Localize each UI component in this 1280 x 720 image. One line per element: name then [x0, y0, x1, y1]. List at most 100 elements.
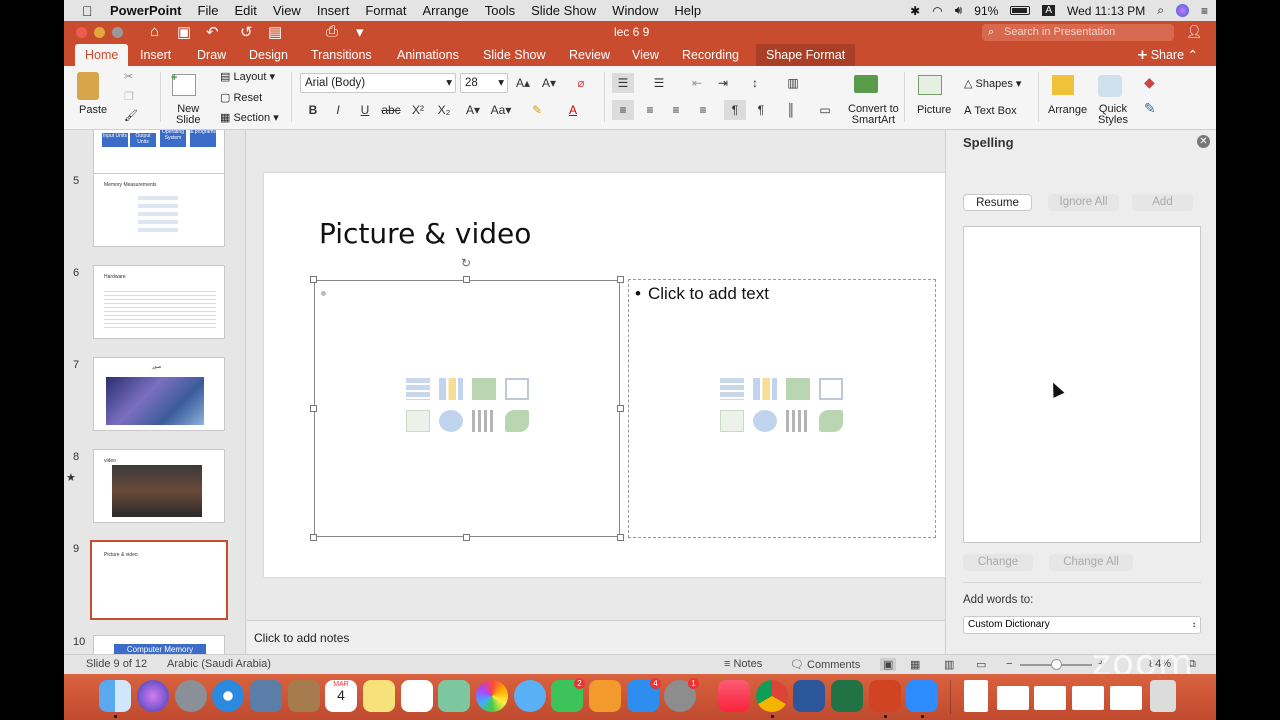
messages-icon[interactable]	[514, 680, 546, 712]
insert-smartart-icon[interactable]	[786, 378, 810, 400]
insert-chart-icon[interactable]	[753, 378, 777, 400]
account-icon[interactable]: 👤︎	[1186, 24, 1203, 40]
insert-icons-icon[interactable]	[505, 410, 529, 432]
increase-indent-icon[interactable]: ⇥	[712, 73, 734, 93]
siri-dock-icon[interactable]	[137, 680, 169, 712]
resize-handle[interactable]	[617, 405, 624, 412]
contacts-icon[interactable]	[288, 680, 320, 712]
safari-icon[interactable]	[212, 680, 244, 712]
underline-button[interactable]: U	[354, 100, 376, 120]
text-box-options-icon[interactable]: ▭	[814, 100, 836, 120]
change-button[interactable]: Change	[963, 554, 1033, 571]
zoom-window-button[interactable]	[112, 27, 123, 38]
document-icon[interactable]	[964, 680, 988, 712]
thumbnail-slide-10[interactable]: Computer Memory	[93, 635, 225, 654]
menu-slide-show[interactable]: Slide Show	[531, 3, 596, 18]
reading-view-icon[interactable]: ▥	[944, 658, 954, 671]
arrange-icon[interactable]	[1052, 75, 1074, 95]
normal-view-icon[interactable]: ▣	[880, 658, 897, 671]
clock[interactable]: Wed 11:13 PM	[1067, 4, 1145, 18]
bold-button[interactable]: B	[302, 100, 324, 120]
notification-center-icon[interactable]: ≡	[1201, 4, 1208, 18]
superscript-button[interactable]: X²	[407, 100, 429, 120]
reminders-icon[interactable]	[401, 680, 433, 712]
tab-animations[interactable]: Animations	[387, 44, 469, 66]
share-button[interactable]: ➕︎ Share ⌃	[1138, 47, 1198, 63]
thumbnail-slide-7[interactable]: صور	[93, 357, 225, 431]
volume-icon[interactable]: 🔊︎	[955, 3, 963, 18]
comments-toggle[interactable]: 🗨︎ Comments	[790, 658, 860, 671]
insert-smartart-icon[interactable]	[472, 378, 496, 400]
calendar-icon[interactable]: MAR 4	[325, 680, 357, 712]
insert-table-icon[interactable]	[406, 378, 430, 400]
reset-button[interactable]: ▢ Reset	[220, 91, 262, 104]
align-text-icon[interactable]: ║	[780, 100, 802, 120]
smartart-icon[interactable]	[854, 75, 878, 93]
excel-icon[interactable]	[831, 680, 863, 712]
chrome-icon[interactable]	[756, 680, 788, 712]
save-icon[interactable]: ▣	[177, 23, 191, 41]
slide-sorter-icon[interactable]: ▦	[910, 658, 920, 671]
layout-button[interactable]: ▤ Layout ▾	[220, 70, 275, 83]
menu-help[interactable]: Help	[674, 3, 701, 18]
battery-percent[interactable]: 91%	[974, 4, 998, 18]
launchpad-icon[interactable]	[175, 680, 207, 712]
resize-handle[interactable]	[463, 534, 470, 541]
align-right-icon[interactable]: ≡	[665, 100, 687, 120]
spotlight-icon[interactable]: ⌕	[1157, 3, 1164, 18]
books-icon[interactable]	[589, 680, 621, 712]
search-presentation-field[interactable]: ⌕ Search in Presentation	[982, 24, 1174, 41]
shapes-button[interactable]: △ Shapes ▾	[964, 77, 1021, 90]
notes-app-icon[interactable]	[363, 680, 395, 712]
font-name-dropdown[interactable]: Arial (Body) ▾	[300, 73, 456, 93]
wifi-icon[interactable]: ◠	[932, 4, 942, 18]
resize-handle[interactable]	[617, 276, 624, 283]
insert-table-icon[interactable]	[720, 378, 744, 400]
section-button[interactable]: ▦ Section ▾	[220, 111, 279, 124]
zoom-app-icon[interactable]	[906, 680, 938, 712]
minimize-window-button[interactable]	[94, 27, 105, 38]
picture-icon[interactable]	[918, 75, 942, 95]
notes-pane[interactable]: Click to add notes	[247, 620, 945, 654]
tab-recording[interactable]: Recording	[672, 44, 749, 66]
insert-chart-icon[interactable]	[439, 378, 463, 400]
text-effects-icon[interactable]: A▾	[462, 100, 484, 120]
tab-insert[interactable]: Insert	[130, 44, 181, 66]
menu-edit[interactable]: Edit	[234, 3, 256, 18]
insert-online-picture-icon[interactable]	[439, 410, 463, 432]
change-all-button[interactable]: Change All	[1049, 554, 1133, 571]
slide-title[interactable]: Picture & video	[319, 217, 531, 250]
menu-view[interactable]: View	[273, 3, 301, 18]
dictionary-select[interactable]: Custom Dictionary ↕	[963, 616, 1201, 634]
rotate-handle-icon[interactable]: ↻	[461, 256, 471, 270]
change-case-icon[interactable]: Aa▾	[490, 100, 512, 120]
undo-icon[interactable]: ↶	[206, 23, 219, 41]
tab-review[interactable]: Review	[559, 44, 620, 66]
clear-formatting-icon[interactable]: ⌀	[570, 73, 592, 93]
format-painter-icon[interactable]: 🖌︎	[124, 109, 138, 122]
bluetooth-icon[interactable]: ✱	[910, 4, 920, 18]
thumbnail-slide-8[interactable]: video	[93, 449, 225, 523]
insert-online-picture-icon[interactable]	[753, 410, 777, 432]
tab-shape-format[interactable]: Shape Format	[756, 44, 856, 66]
redo-icon[interactable]: ↺	[240, 23, 253, 41]
align-center-icon[interactable]: ≡	[639, 100, 661, 120]
convert-smartart-label[interactable]: Convert to SmartArt	[848, 104, 899, 126]
language[interactable]: Arabic (Saudi Arabia)	[167, 658, 271, 670]
insert-3d-model-icon[interactable]	[819, 378, 843, 400]
shape-fill-icon[interactable]: ◆	[1144, 74, 1155, 91]
numbering-icon[interactable]: ☰	[648, 73, 670, 93]
font-size-dropdown[interactable]: 28 ▾	[460, 73, 508, 93]
strikethrough-button[interactable]: abc	[380, 100, 402, 120]
content-placeholder-right[interactable]: • Click to add text	[628, 279, 936, 538]
resize-handle[interactable]	[617, 534, 624, 541]
add-button[interactable]: Add	[1132, 194, 1193, 211]
resize-handle[interactable]	[310, 276, 317, 283]
paste-label[interactable]: Paste	[79, 104, 107, 116]
zoom-slider-thumb[interactable]	[1051, 659, 1062, 670]
screenshot-icon[interactable]	[997, 686, 1029, 710]
apple-menu-icon[interactable]: 	[82, 3, 96, 19]
screenshot-icon[interactable]	[1034, 686, 1066, 710]
current-slide[interactable]: Picture & video ↻ • Click to add text	[264, 173, 945, 577]
menu-format[interactable]: Format	[365, 3, 406, 18]
